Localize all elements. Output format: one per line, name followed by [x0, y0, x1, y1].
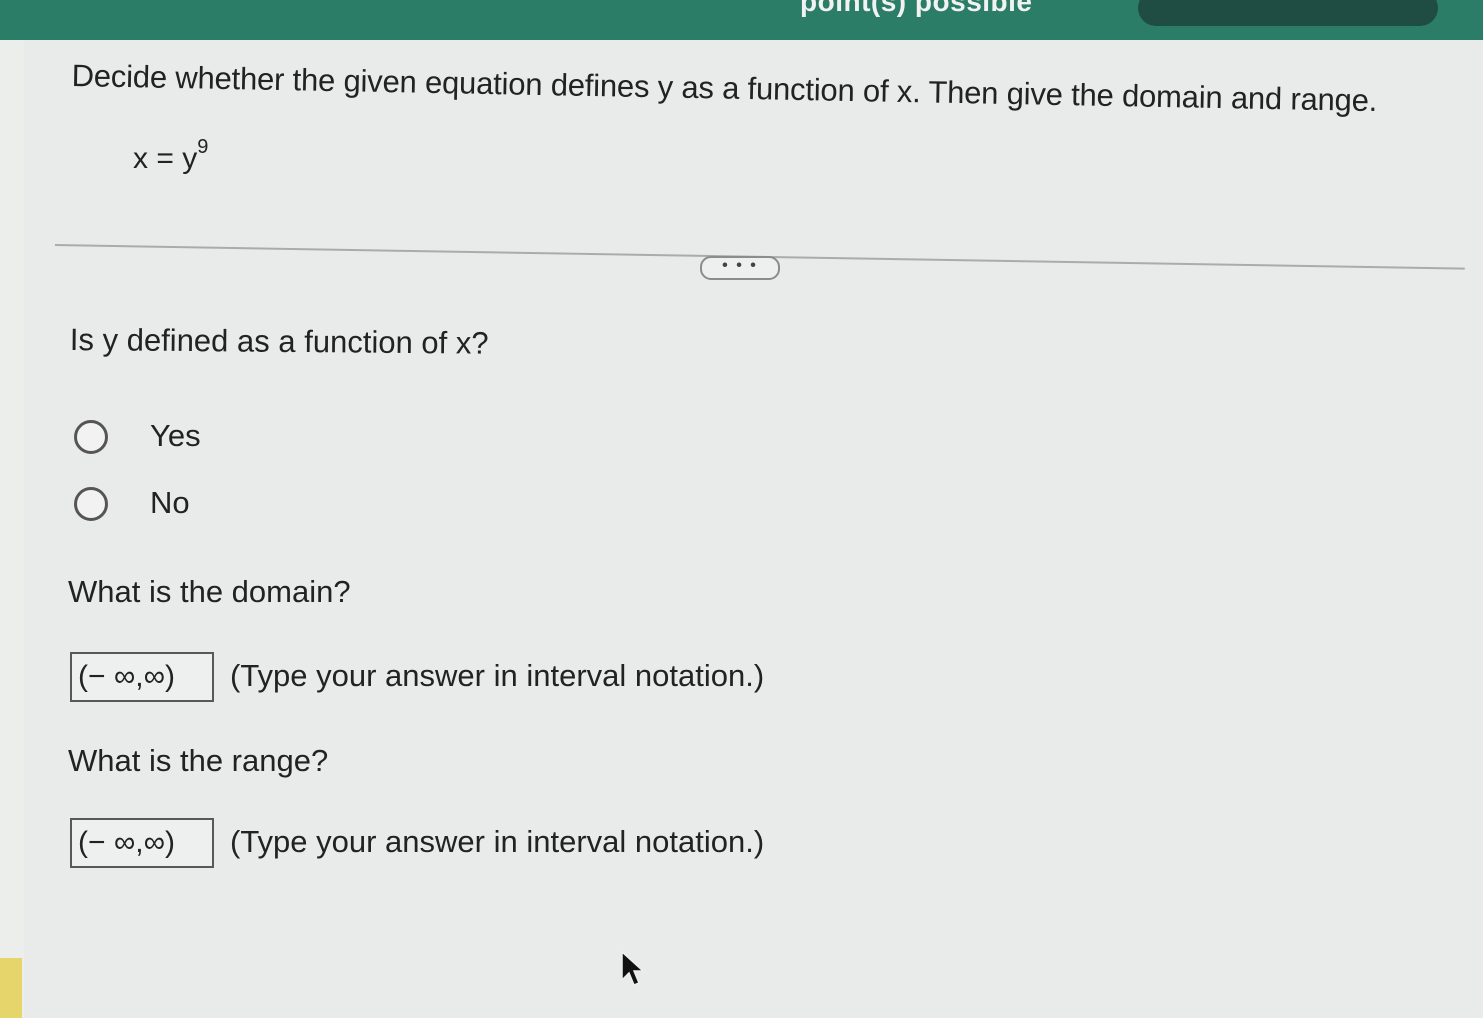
- top-bar: point(s) possible: [0, 0, 1483, 40]
- equation-exponent: 9: [197, 136, 209, 158]
- domain-hint: (Type your answer in interval notation.): [230, 658, 765, 693]
- side-marker: [0, 958, 22, 1018]
- points-possible-label: point(s) possible: [800, 0, 1033, 17]
- range-prompt: What is the range?: [68, 743, 329, 778]
- domain-answer-input[interactable]: (− ∞,∞): [70, 652, 214, 702]
- option-yes-label[interactable]: Yes: [150, 418, 201, 454]
- equation: x = y9: [133, 136, 208, 176]
- radio-no[interactable]: [74, 487, 108, 521]
- domain-prompt: What is the domain?: [68, 574, 351, 609]
- option-yes[interactable]: Yes: [74, 418, 274, 458]
- mouse-cursor-icon: [621, 950, 645, 986]
- option-no[interactable]: No: [74, 485, 274, 525]
- question-panel: [24, 40, 1483, 1018]
- left-strip: [0, 0, 25, 1018]
- range-hint: (Type your answer in interval notation.): [230, 824, 765, 859]
- range-answer-row: (− ∞,∞) (Type your answer in interval no…: [70, 818, 830, 868]
- function-prompt: Is y defined as a function of x?: [69, 322, 489, 361]
- radio-yes[interactable]: [74, 420, 108, 454]
- range-answer-input[interactable]: (− ∞,∞): [70, 818, 214, 868]
- equation-lhs: x = y: [133, 142, 198, 175]
- more-options-button[interactable]: • • •: [700, 256, 780, 280]
- header-action-button[interactable]: [1138, 0, 1438, 26]
- option-no-label[interactable]: No: [150, 485, 190, 521]
- domain-answer-row: (− ∞,∞) (Type your answer in interval no…: [70, 652, 830, 702]
